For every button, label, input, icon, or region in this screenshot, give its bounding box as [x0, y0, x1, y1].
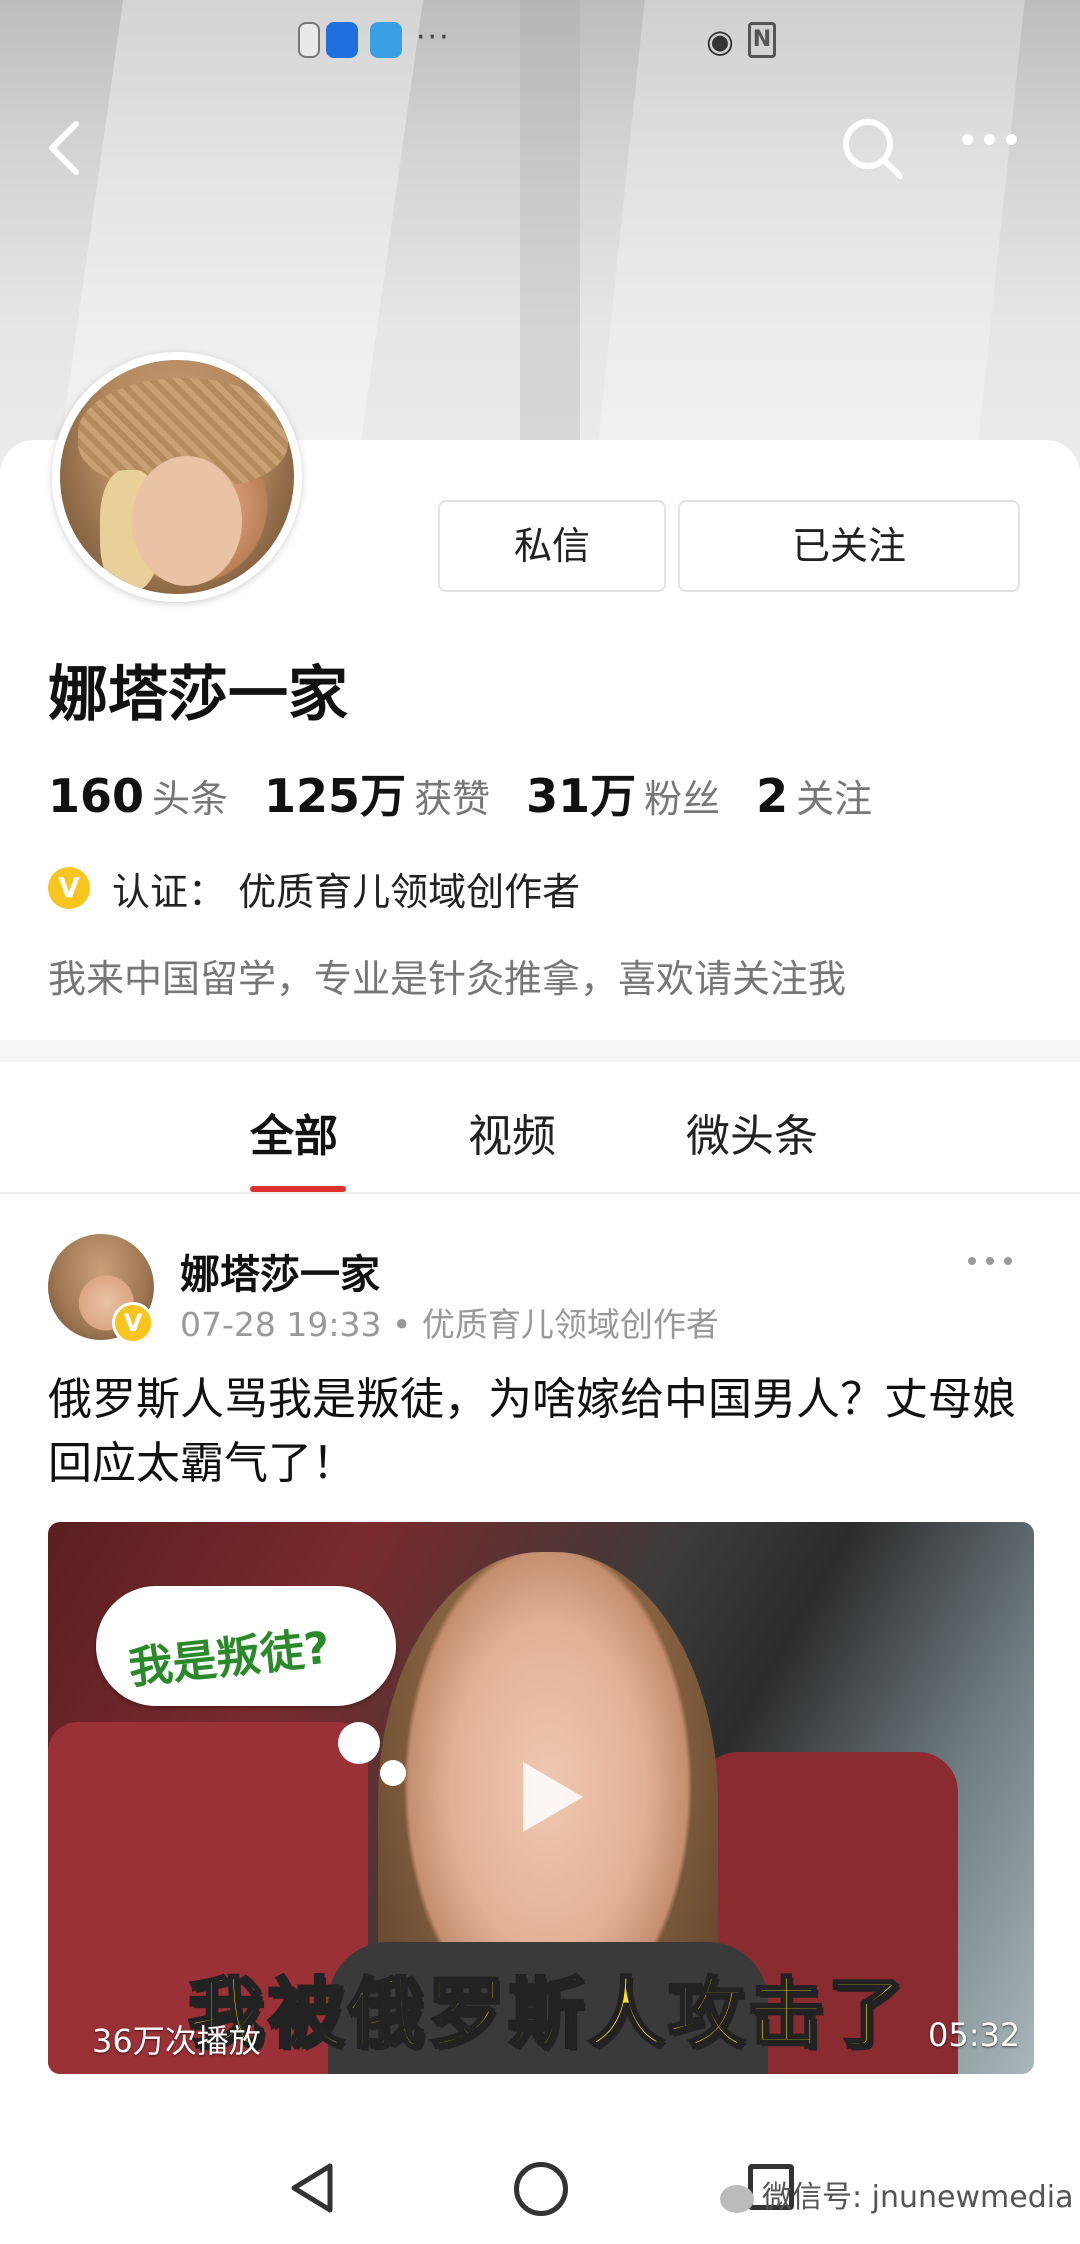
more-dot — [986, 1257, 994, 1265]
stat-value: 160 — [48, 769, 145, 823]
more-dots-icon — [962, 134, 973, 145]
browser-app-icon — [370, 22, 402, 58]
stat-posts[interactable]: 160 头条 — [48, 768, 228, 823]
more-dot — [984, 134, 995, 145]
content-tabs: 全部 视频 微头条 — [0, 1062, 1080, 1194]
more-options-button[interactable] — [962, 130, 1042, 170]
search-icon — [843, 119, 903, 179]
tab-all[interactable]: 全部 — [250, 1100, 338, 1164]
more-dot — [1006, 134, 1017, 145]
light-beam — [595, 0, 1025, 470]
back-triangle-icon[interactable] — [286, 2160, 338, 2216]
status-more-dots: ··· — [416, 20, 451, 55]
profile-bio: 我来中国留学，专业是针灸推拿，喜欢请关注我 — [48, 957, 847, 1001]
watermark-text: 微信号: jnunewmedia — [762, 2180, 1074, 2215]
play-icon[interactable] — [503, 1752, 593, 1842]
verified-badge-icon: V — [112, 1302, 154, 1344]
post-title[interactable]: 俄罗斯人骂我是叛徒，为啥嫁给中国男人？丈母娘回应太霸气了！ — [48, 1368, 1038, 1496]
stat-label: 头条 — [152, 777, 229, 821]
profile-stats: 160 头条 125万 获赞 31万 粉丝 2 关注 — [48, 760, 908, 823]
more-dots-icon — [968, 1257, 976, 1265]
post-author-name[interactable]: 娜塔莎一家 — [180, 1242, 380, 1300]
stat-following[interactable]: 2 关注 — [756, 768, 872, 823]
profile-name: 娜塔莎一家 — [48, 660, 348, 730]
stat-label: 粉丝 — [644, 777, 721, 821]
system-navigation-bar: 微信号: jnunewmedia — [0, 2130, 1080, 2244]
video-thumbnail[interactable]: 我是叛徒? 我被俄罗斯人攻击了 36万次播放 05:32 — [48, 1522, 1034, 2074]
top-navigation — [0, 110, 1080, 190]
stat-value: 31万 — [526, 769, 637, 823]
stat-value: 125万 — [264, 769, 407, 823]
post-more-button[interactable] — [968, 1250, 1048, 1290]
bulb-app-icon — [326, 22, 358, 58]
stat-fans[interactable]: 31万 粉丝 — [526, 760, 720, 826]
verified-badge-icon: V — [48, 867, 90, 909]
nfc-icon: N — [748, 22, 776, 58]
video-duration: 05:32 — [928, 2016, 1021, 2054]
thought-bubble-dot — [338, 1722, 380, 1764]
post-meta: 07-28 19:33 • 优质育儿领域创作者 — [180, 1305, 719, 1344]
wechat-icon — [720, 2184, 754, 2213]
home-circle-icon[interactable] — [514, 2162, 568, 2216]
stat-value: 2 — [756, 769, 789, 823]
stat-label: 关注 — [796, 777, 873, 821]
back-button[interactable] — [40, 116, 100, 180]
play-count: 36万次播放 — [92, 2022, 261, 2060]
section-divider — [0, 1040, 1080, 1062]
search-button[interactable] — [838, 114, 908, 184]
profile-avatar[interactable] — [52, 352, 302, 602]
eye-icon: ◉ — [706, 22, 734, 60]
more-dot — [1004, 1257, 1012, 1265]
watermark: 微信号: jnunewmedia — [720, 2172, 1073, 2216]
active-tab-indicator — [250, 1186, 346, 1192]
tab-video[interactable]: 视频 — [468, 1100, 556, 1164]
stat-likes[interactable]: 125万 获赞 — [264, 760, 490, 826]
window-frame — [520, 0, 580, 470]
tab-micro-posts[interactable]: 微头条 — [686, 1100, 818, 1164]
avatar-face — [132, 456, 242, 586]
followed-button[interactable]: 已关注 — [678, 500, 1020, 592]
message-button[interactable]: 私信 — [438, 500, 666, 592]
status-bar: ··· ◉ N — [0, 20, 1080, 62]
verification-row: V 认证： 优质育儿领域创作者 — [48, 862, 580, 914]
thought-bubble-dot — [380, 1760, 406, 1786]
chevron-left-icon — [49, 121, 79, 175]
notification-icon — [298, 22, 320, 58]
verification-text: 认证： 优质育儿领域创作者 — [112, 869, 581, 914]
stat-label: 获赞 — [414, 777, 491, 821]
